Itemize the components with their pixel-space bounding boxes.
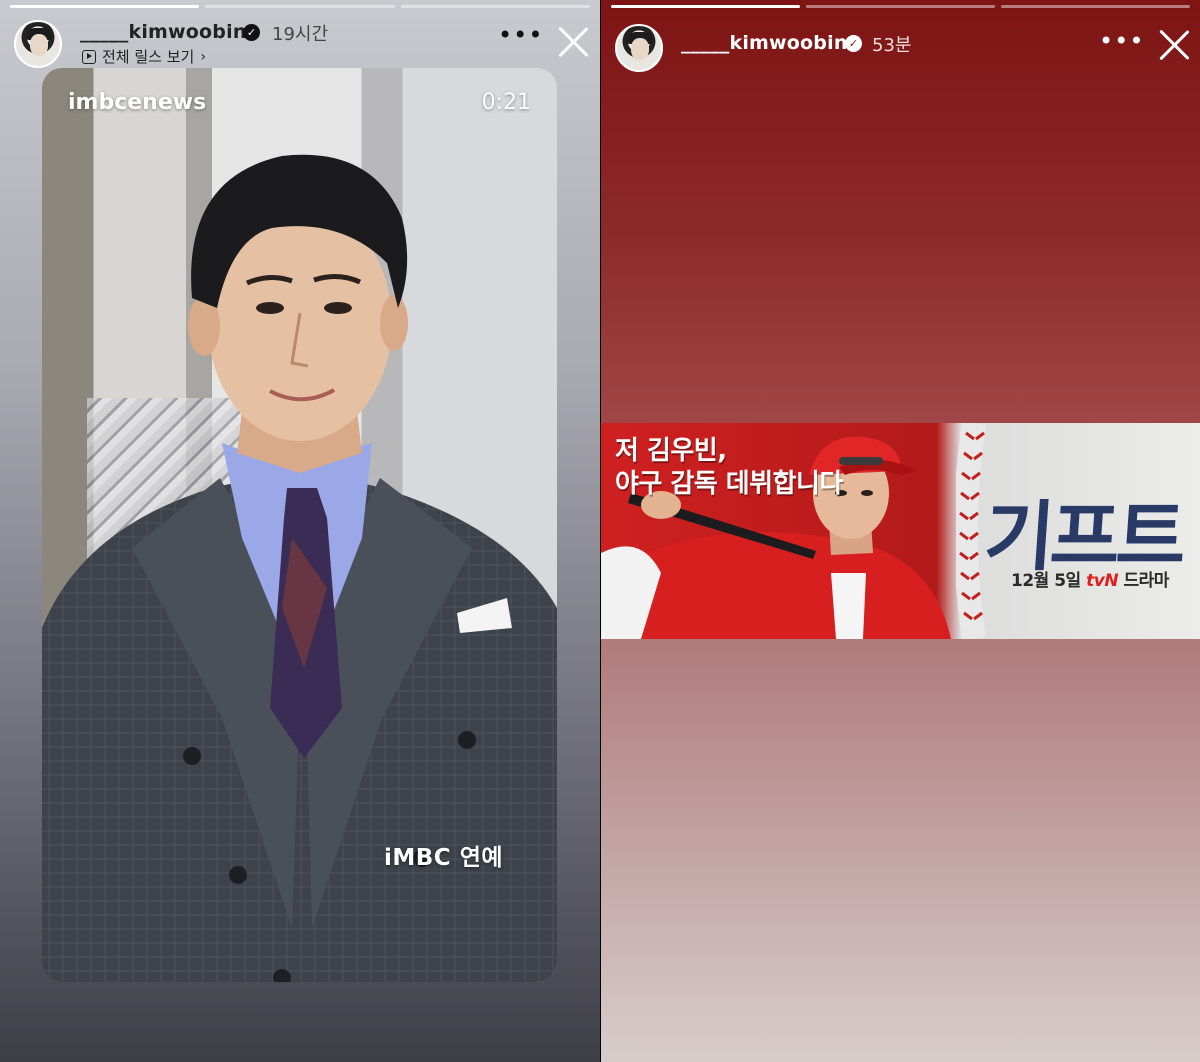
progress-segment [10,5,200,8]
airdate-date: 12월 5일 [1011,571,1087,591]
story-progress-bar [611,5,1190,8]
tagline-line-2: 야구 감독 데뷔합니다 [615,469,843,499]
drama-promo-banner[interactable]: 저 김우빈, 야구 감독 데뷔합니다 기프트 12월 5일 tvN 드라마 [601,423,1200,639]
reels-link-label: 전체 릴스 보기 [102,48,195,66]
story-header: _____kimwoobin ✓ 19시간 전체 릴스 보기 › ••• [14,18,586,74]
broadcaster-watermark: iMBC 연예 [384,845,504,871]
story-panel-left[interactable]: _____kimwoobin ✓ 19시간 전체 릴스 보기 › ••• imb… [0,0,600,1062]
reel-source-account[interactable]: imbcenews [68,90,206,115]
progress-segment [205,5,395,8]
close-icon[interactable] [1157,27,1191,61]
progress-segment [611,5,800,8]
reel-duration: 0:21 [481,90,531,115]
tvn-logo: tvN [1086,571,1119,591]
username[interactable]: _____kimwoobin [681,32,848,54]
progress-segment [806,5,995,8]
timestamp: 53분 [872,35,912,56]
airdate-genre: 드라마 [1118,571,1169,591]
username[interactable]: _____kimwoobin [80,21,247,43]
more-options-icon[interactable]: ••• [498,23,542,56]
verified-badge-icon: ✓ [243,24,260,41]
avatar[interactable] [14,20,62,68]
reels-play-icon [82,49,96,64]
story-progress-bar [10,5,590,8]
progress-segment [400,5,590,8]
story-panel-right[interactable]: _____kimwoobin ✓ 53분 ••• 저 김우빈, 야구 감독 데뷔… [601,0,1200,1062]
close-icon[interactable] [556,24,590,58]
more-options-icon[interactable]: ••• [1099,29,1143,62]
airdate-label: 12월 5일 tvN 드라마 [1011,566,1169,591]
timestamp: 19시간 [272,24,329,45]
view-all-reels-link[interactable]: 전체 릴스 보기 › [82,46,206,67]
banner-tagline: 저 김우빈, 야구 감독 데뷔합니다 [615,435,843,501]
avatar[interactable] [615,24,663,72]
story-header: _____kimwoobin ✓ 53분 ••• [615,22,1186,78]
shared-reel-card[interactable]: imbcenews 0:21 iMBC 연예 [42,68,557,982]
verified-badge-icon: ✓ [845,35,862,52]
tagline-line-1: 저 김우빈, [615,436,727,466]
progress-segment [1001,5,1190,8]
chevron-right-icon: › [200,48,206,65]
